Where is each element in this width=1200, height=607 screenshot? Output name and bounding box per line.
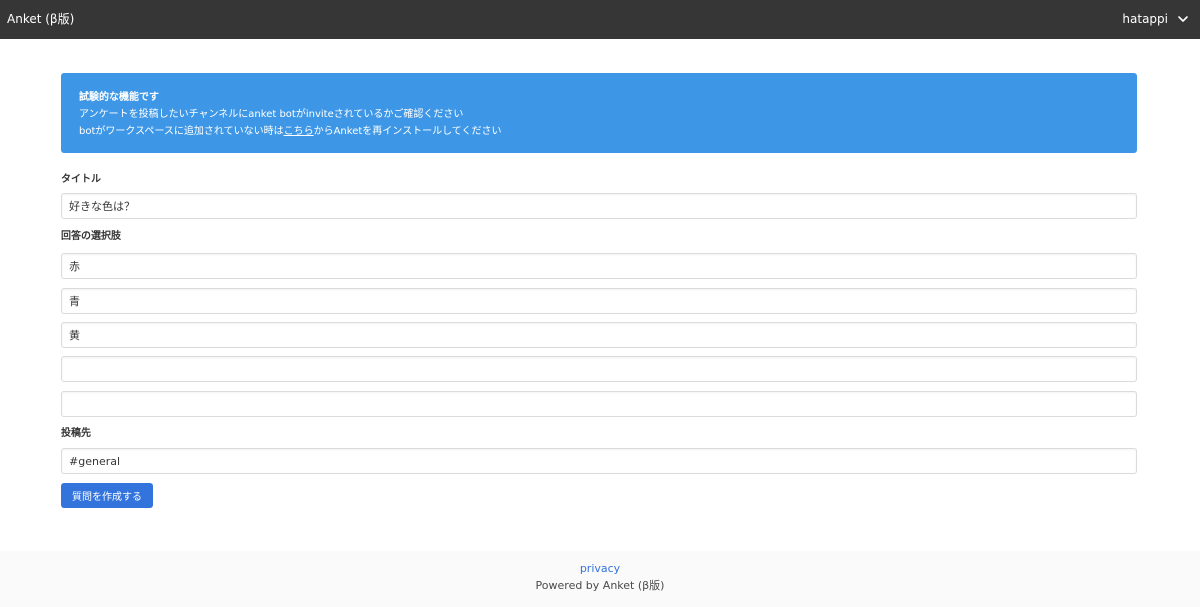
notice-line-2: botがワークスペースに追加されていない時はこちらからAnketを再インストール… [79,123,1119,140]
choice-input-3[interactable] [61,322,1137,348]
choice-input-4[interactable] [61,356,1137,382]
channel-label: 投稿先 [61,428,91,439]
brand-link[interactable]: Anket (β版) [7,11,74,27]
choice-input-1[interactable] [61,253,1137,279]
choice-input-5[interactable] [61,391,1137,417]
chevron-down-icon [1178,16,1188,22]
powered-by-text: Powered by Anket (β版) [535,579,665,592]
choice-input-2[interactable] [61,288,1137,314]
user-menu[interactable]: hatappi [1122,11,1189,27]
notice-box: 試験的な機能です アンケートを投稿したいチャンネルにanket botがinvi… [61,73,1137,153]
create-question-button[interactable]: 質問を作成する [61,483,153,508]
notice-line-1: アンケートを投稿したいチャンネルにanket botがinviteされているかご… [79,109,464,120]
top-navbar: Anket (β版) hatappi [0,0,1200,39]
notice-line-2-before: botがワークスペースに追加されていない時は [79,126,284,137]
reinstall-link[interactable]: こちら [284,126,314,137]
notice-line-2-after: からAnketを再インストールしてください [313,126,502,137]
main-container: 試験的な機能です アンケートを投稿したいチャンネルにanket botがinvi… [61,73,1137,508]
user-name: hatappi [1122,12,1168,26]
choices-label: 回答の選択肢 [61,231,121,242]
title-label: タイトル [61,174,101,185]
footer: privacy Powered by Anket (β版) [0,551,1200,607]
notice-title: 試験的な機能です [79,92,159,103]
title-input[interactable] [61,193,1137,219]
privacy-link[interactable]: privacy [0,562,1200,576]
channel-input[interactable] [61,448,1137,474]
